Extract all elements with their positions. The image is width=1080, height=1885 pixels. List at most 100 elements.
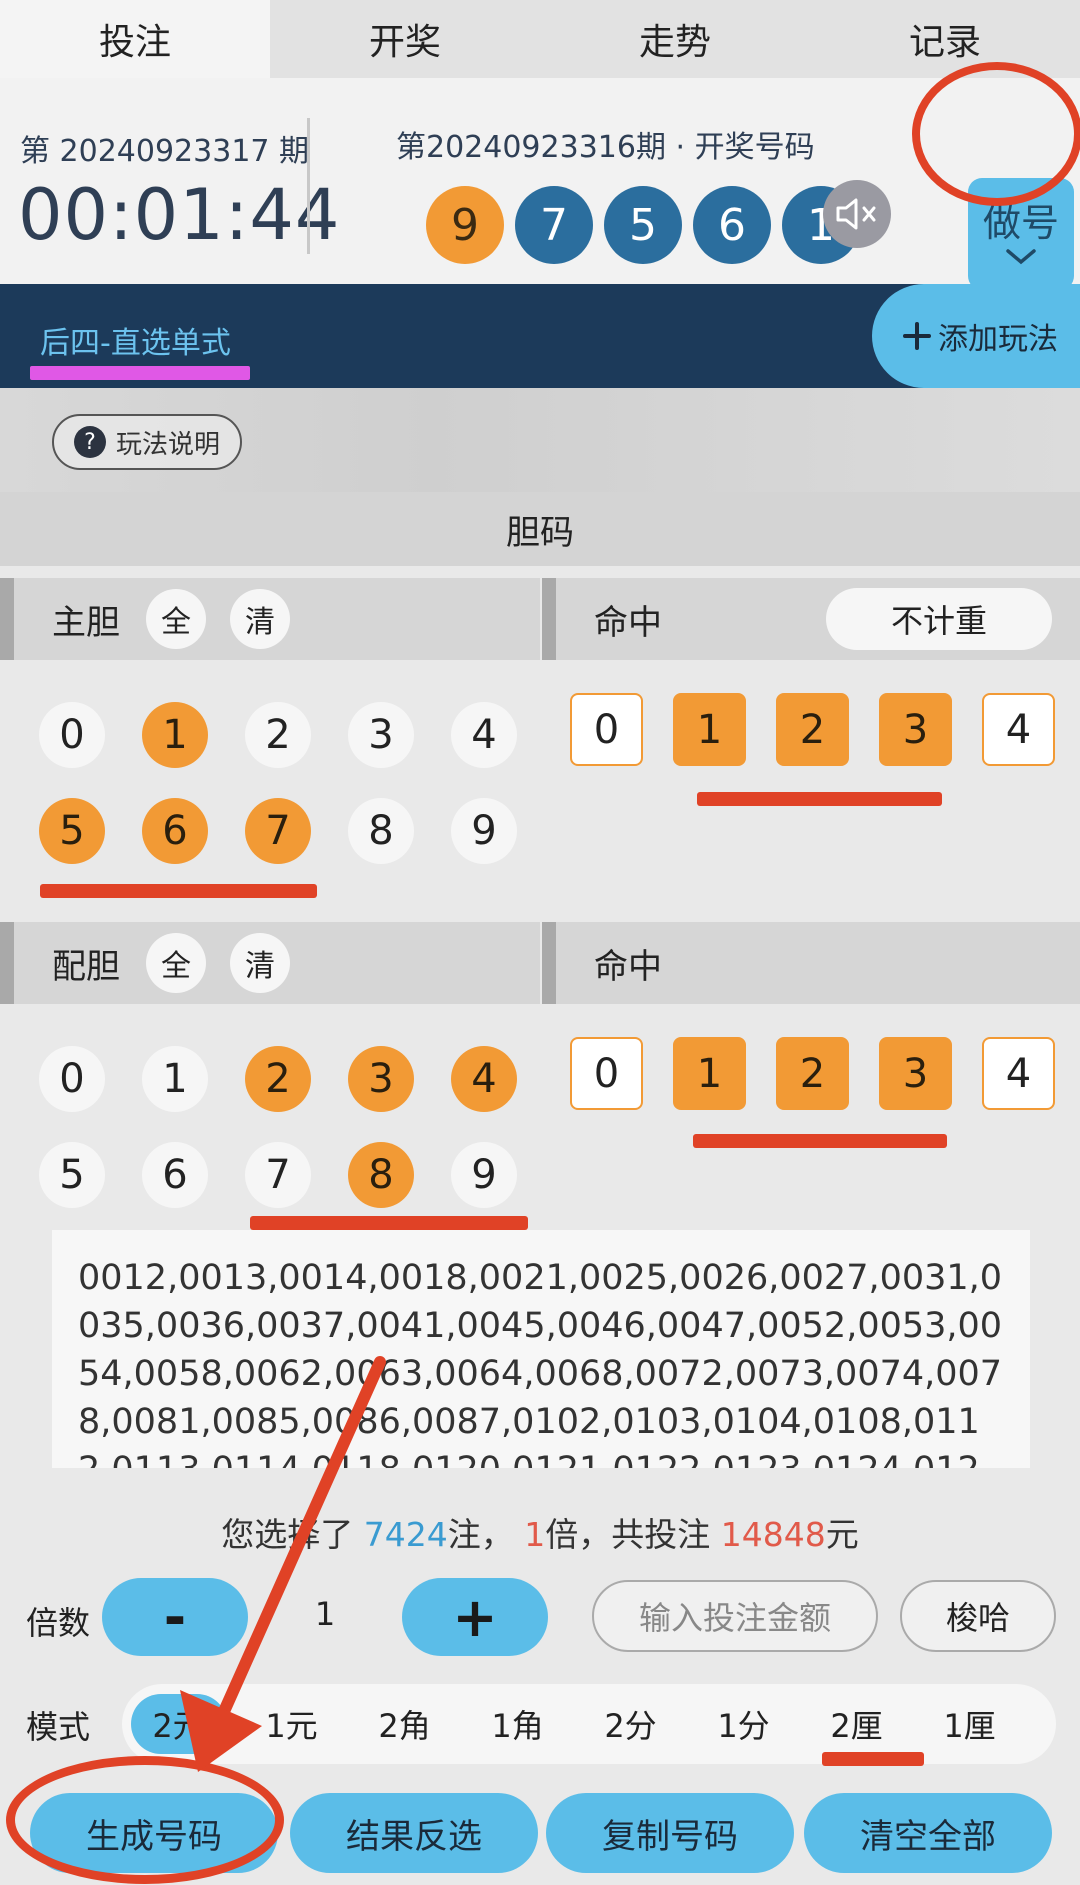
currency-label: 元 bbox=[825, 1515, 859, 1554]
main-dan-label: 主胆 bbox=[52, 602, 120, 643]
main-dan-number-3[interactable]: 3 bbox=[348, 702, 414, 768]
mode-option-6[interactable]: 2厘 bbox=[800, 1701, 913, 1747]
tab-records[interactable]: 记录 bbox=[810, 0, 1080, 78]
bet-count: 7424 bbox=[363, 1515, 448, 1554]
generated-numbers-text[interactable]: 0012,0013,0014,0018,0021,0025,0026,0027,… bbox=[52, 1230, 1030, 1468]
play-help-label: 玩法说明 bbox=[116, 429, 221, 460]
side-hit-option-1[interactable]: 1 bbox=[673, 1037, 746, 1110]
countdown-timer: 00:01:44 bbox=[18, 174, 341, 256]
bet-amount-input[interactable]: 输入投注金额 bbox=[592, 1580, 878, 1652]
main-dan-header: 主胆 全 清 bbox=[0, 578, 540, 660]
mode-option-0[interactable]: 2元 bbox=[122, 1694, 235, 1754]
add-play-button[interactable]: 添加玩法 bbox=[872, 284, 1080, 388]
mode-option-label: 1角 bbox=[491, 1707, 544, 1745]
question-icon: ? bbox=[74, 426, 106, 458]
all-in-button[interactable]: 梭哈 bbox=[900, 1580, 1056, 1652]
draw-ball: 5 bbox=[604, 186, 682, 264]
copy-numbers-button[interactable]: 复制号码 bbox=[546, 1793, 794, 1873]
main-dan-numbers: 01234 56789 bbox=[39, 702, 517, 864]
side-dan-number-9[interactable]: 9 bbox=[451, 1142, 517, 1208]
mode-option-label: 1厘 bbox=[943, 1707, 996, 1745]
bet-count-unit: 注， bbox=[447, 1515, 514, 1554]
annotation-underline bbox=[822, 1752, 924, 1766]
multiplier-value[interactable]: 1 bbox=[248, 1595, 402, 1633]
side-dan-all-button[interactable]: 全 bbox=[146, 933, 206, 993]
main-hit-option-1[interactable]: 1 bbox=[673, 693, 746, 766]
top-tabs: 投注 开奖 走势 记录 bbox=[0, 0, 1080, 78]
mode-option-4[interactable]: 2分 bbox=[574, 1701, 687, 1747]
clear-all-button[interactable]: 清空全部 bbox=[804, 1793, 1052, 1873]
bet-multiple-unit: 倍，共投注 bbox=[545, 1515, 711, 1554]
main-hit-option-0[interactable]: 0 bbox=[570, 693, 643, 766]
bet-summary: 您选择了 7424注， 1倍，共投注 14848元 bbox=[0, 1508, 1080, 1556]
play-type-title[interactable]: 后四-直选单式 bbox=[40, 318, 231, 362]
main-dan-number-8[interactable]: 8 bbox=[348, 798, 414, 864]
play-help-button[interactable]: ? 玩法说明 bbox=[52, 414, 242, 470]
side-dan-number-5[interactable]: 5 bbox=[39, 1142, 105, 1208]
speaker-muted-icon bbox=[836, 198, 876, 230]
increase-multiplier-button[interactable]: + bbox=[402, 1578, 548, 1656]
side-dan-label: 配胆 bbox=[52, 946, 120, 987]
main-dan-clear-button[interactable]: 清 bbox=[230, 589, 290, 649]
side-hit-option-0[interactable]: 0 bbox=[570, 1037, 643, 1110]
side-dan-number-4[interactable]: 4 bbox=[451, 1046, 517, 1112]
chevron-down-icon bbox=[1006, 249, 1036, 265]
side-hit-label: 命中 bbox=[594, 946, 662, 987]
side-hit-option-2[interactable]: 2 bbox=[776, 1037, 849, 1110]
main-hit-option-2[interactable]: 2 bbox=[776, 693, 849, 766]
side-dan-number-3[interactable]: 3 bbox=[348, 1046, 414, 1112]
mode-option-2[interactable]: 2角 bbox=[348, 1701, 461, 1747]
invert-results-button[interactable]: 结果反选 bbox=[290, 1793, 538, 1873]
main-dan-number-2[interactable]: 2 bbox=[245, 702, 311, 768]
decrease-multiplier-button[interactable]: - bbox=[102, 1578, 248, 1656]
main-hit-option-3[interactable]: 3 bbox=[879, 693, 952, 766]
main-hit-options: 01234 bbox=[570, 693, 1055, 766]
mode-option-label: 2分 bbox=[604, 1707, 657, 1745]
no-repeat-toggle[interactable]: 不计重 bbox=[826, 588, 1052, 650]
dan-code-title: 胆码 bbox=[0, 492, 1080, 566]
tab-bet[interactable]: 投注 bbox=[0, 0, 270, 78]
plus-icon bbox=[903, 322, 931, 350]
side-hit-option-4[interactable]: 4 bbox=[982, 1037, 1055, 1110]
tab-draw[interactable]: 开奖 bbox=[270, 0, 540, 78]
side-dan-number-2[interactable]: 2 bbox=[245, 1046, 311, 1112]
bet-total: 14848 bbox=[720, 1515, 826, 1554]
mode-option-3[interactable]: 1角 bbox=[461, 1701, 574, 1747]
main-dan-number-4[interactable]: 4 bbox=[451, 702, 517, 768]
mode-option-7[interactable]: 1厘 bbox=[913, 1701, 1026, 1747]
side-dan-clear-button[interactable]: 清 bbox=[230, 933, 290, 993]
main-dan-number-1[interactable]: 1 bbox=[142, 702, 208, 768]
side-hit-option-3[interactable]: 3 bbox=[879, 1037, 952, 1110]
mode-option-1[interactable]: 1元 bbox=[235, 1701, 348, 1747]
main-dan-number-0[interactable]: 0 bbox=[39, 702, 105, 768]
last-draw-label: 第20240923316期 · 开奖号码 bbox=[396, 130, 815, 165]
last-draw-numbers: 9 7 5 6 1 bbox=[426, 186, 860, 264]
side-dan-number-0[interactable]: 0 bbox=[39, 1046, 105, 1112]
divider bbox=[307, 118, 310, 254]
draw-ball: 7 bbox=[515, 186, 593, 264]
side-dan-number-6[interactable]: 6 bbox=[142, 1142, 208, 1208]
mute-button[interactable] bbox=[823, 180, 891, 248]
tab-trend[interactable]: 走势 bbox=[540, 0, 810, 78]
main-dan-all-button[interactable]: 全 bbox=[146, 589, 206, 649]
main-dan-number-7[interactable]: 7 bbox=[245, 798, 311, 864]
side-dan-number-7[interactable]: 7 bbox=[245, 1142, 311, 1208]
main-dan-number-9[interactable]: 9 bbox=[451, 798, 517, 864]
side-dan-number-8[interactable]: 8 bbox=[348, 1142, 414, 1208]
current-period: 第 20240923317 期 bbox=[20, 134, 310, 169]
main-dan-number-5[interactable]: 5 bbox=[39, 798, 105, 864]
mode-option-label: 2角 bbox=[378, 1707, 431, 1745]
mode-label: 模式 bbox=[26, 1708, 91, 1746]
main-hit-option-4[interactable]: 4 bbox=[982, 693, 1055, 766]
annotation-underline bbox=[30, 366, 250, 380]
draw-ball: 6 bbox=[693, 186, 771, 264]
mode-option-5[interactable]: 1分 bbox=[687, 1701, 800, 1747]
draw-ball: 9 bbox=[426, 186, 504, 264]
side-dan-header: 配胆 全 清 bbox=[0, 922, 540, 1004]
annotation-circle bbox=[912, 62, 1080, 206]
main-dan-number-6[interactable]: 6 bbox=[142, 798, 208, 864]
main-hit-label: 命中 bbox=[594, 602, 662, 643]
side-dan-number-1[interactable]: 1 bbox=[142, 1046, 208, 1112]
annotation-underline bbox=[693, 1134, 947, 1148]
annotation-circle bbox=[6, 1756, 284, 1884]
